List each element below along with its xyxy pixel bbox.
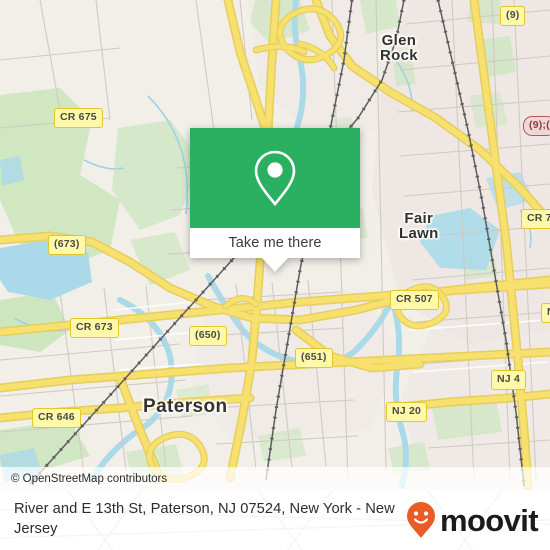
map-pin-icon (254, 150, 296, 207)
popup-header (190, 128, 360, 228)
road-shield-cr-675: CR 675 (54, 108, 103, 128)
road-shield-cr-76: CR 76 (521, 209, 550, 229)
place-label-fair-lawn: Fair Lawn (399, 210, 439, 243)
place-label-glen-rock: Glen Rock (380, 32, 418, 65)
location-address-text: River and E 13th St, Paterson, NJ 07524,… (14, 501, 395, 537)
road-shield-nj-edge: N (541, 303, 550, 323)
moovit-map-screenshot: .w { fill:#aadaea; } .pk { fill:#cde6c0;… (0, 0, 550, 550)
place-label-paterson: Paterson (143, 396, 228, 417)
road-shield-673: (673) (48, 235, 86, 255)
take-me-there-button[interactable]: Take me there (190, 228, 360, 258)
take-me-there-label: Take me there (228, 235, 322, 251)
location-popup-card[interactable]: Take me there (190, 128, 360, 272)
map-canvas[interactable]: .w { fill:#aadaea; } .pk { fill:#cde6c0;… (0, 0, 550, 490)
road-shield-nj-4: NJ 4 (491, 370, 526, 390)
road-shield-9: (9) (500, 6, 526, 26)
road-shield-cr-646: CR 646 (32, 408, 81, 428)
road-shield-651: (651) (295, 348, 333, 368)
popup-pointer (262, 258, 288, 272)
moovit-brand: moovit (406, 501, 539, 539)
footer-bar: River and E 13th St, Paterson, NJ 07524,… (0, 490, 550, 550)
moovit-wordmark: moovit (439, 502, 539, 538)
road-shield-cr-507: CR 507 (390, 290, 439, 310)
road-shield-cr-673: CR 673 (70, 318, 119, 338)
road-shield-9-multi: (9);( (523, 116, 550, 136)
osm-attribution-text: © OpenStreetMap contributors (11, 472, 168, 485)
road-shield-650: (650) (189, 326, 227, 346)
road-shield-nj-20: NJ 20 (386, 402, 428, 422)
map-attribution-bar: © OpenStreetMap contributors (0, 467, 550, 490)
moovit-smiley-pin-icon (406, 502, 435, 538)
